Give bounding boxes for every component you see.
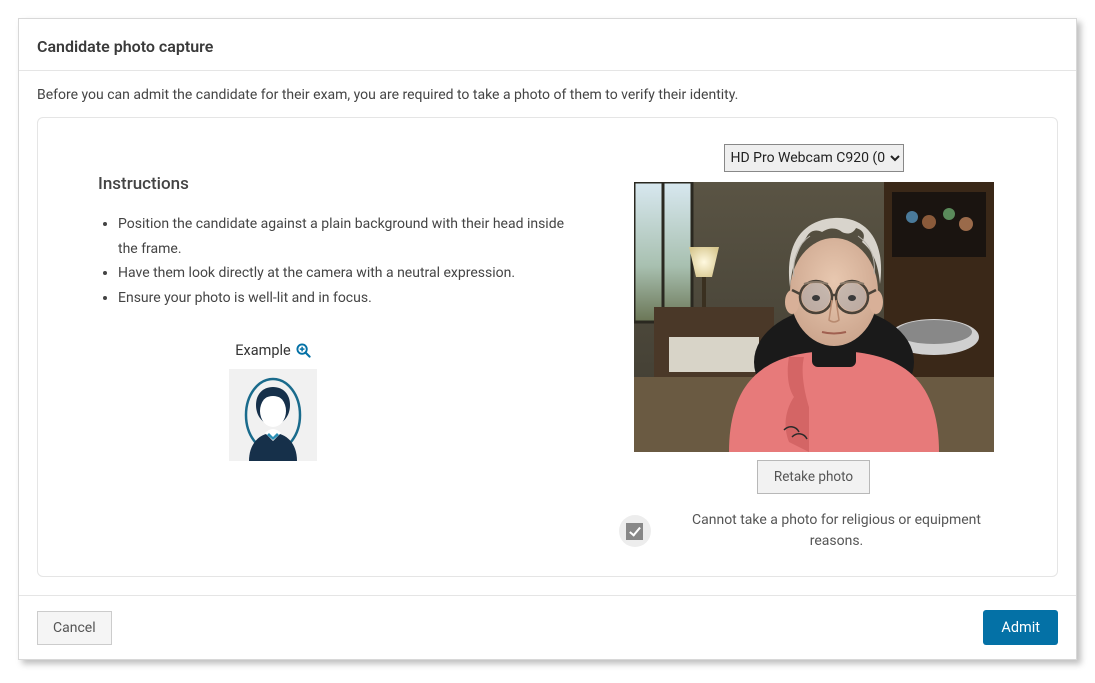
modal-header: Candidate photo capture (19, 19, 1076, 71)
example-avatar-image (229, 369, 317, 461)
intro-text: Before you can admit the candidate for t… (19, 71, 1076, 117)
zoom-in-icon[interactable] (296, 343, 311, 358)
camera-column: HD Pro Webcam C920 (0 (598, 144, 1029, 552)
example-label-text: Example (235, 342, 290, 359)
cancel-button[interactable]: Cancel (37, 611, 112, 645)
modal-title: Candidate photo capture (37, 37, 1058, 56)
religious-checkbox[interactable] (619, 515, 651, 547)
webcam-preview (634, 182, 994, 452)
modal-footer: Cancel Admit (19, 596, 1076, 659)
example-label-row[interactable]: Example (235, 342, 310, 359)
content-panel: Instructions Position the candidate agai… (37, 117, 1058, 577)
religious-exemption-label: Cannot take a photo for religious or equ… (665, 510, 1009, 552)
instructions-column: Instructions Position the candidate agai… (98, 144, 578, 552)
instruction-item: Position the candidate against a plain b… (118, 212, 578, 261)
check-icon (626, 523, 643, 540)
instructions-list: Position the candidate against a plain b… (118, 212, 578, 310)
religious-exemption-row: Cannot take a photo for religious or equ… (619, 510, 1009, 552)
instruction-item: Ensure your photo is well-lit and in foc… (118, 286, 578, 311)
retake-photo-button[interactable]: Retake photo (757, 460, 870, 494)
example-block: Example (98, 340, 448, 461)
camera-select[interactable]: HD Pro Webcam C920 (0 (724, 144, 904, 172)
photo-capture-modal: Candidate photo capture Before you can a… (18, 18, 1077, 660)
instructions-heading: Instructions (98, 174, 578, 194)
instruction-item: Have them look directly at the camera wi… (118, 261, 578, 286)
admit-button[interactable]: Admit (983, 610, 1058, 645)
